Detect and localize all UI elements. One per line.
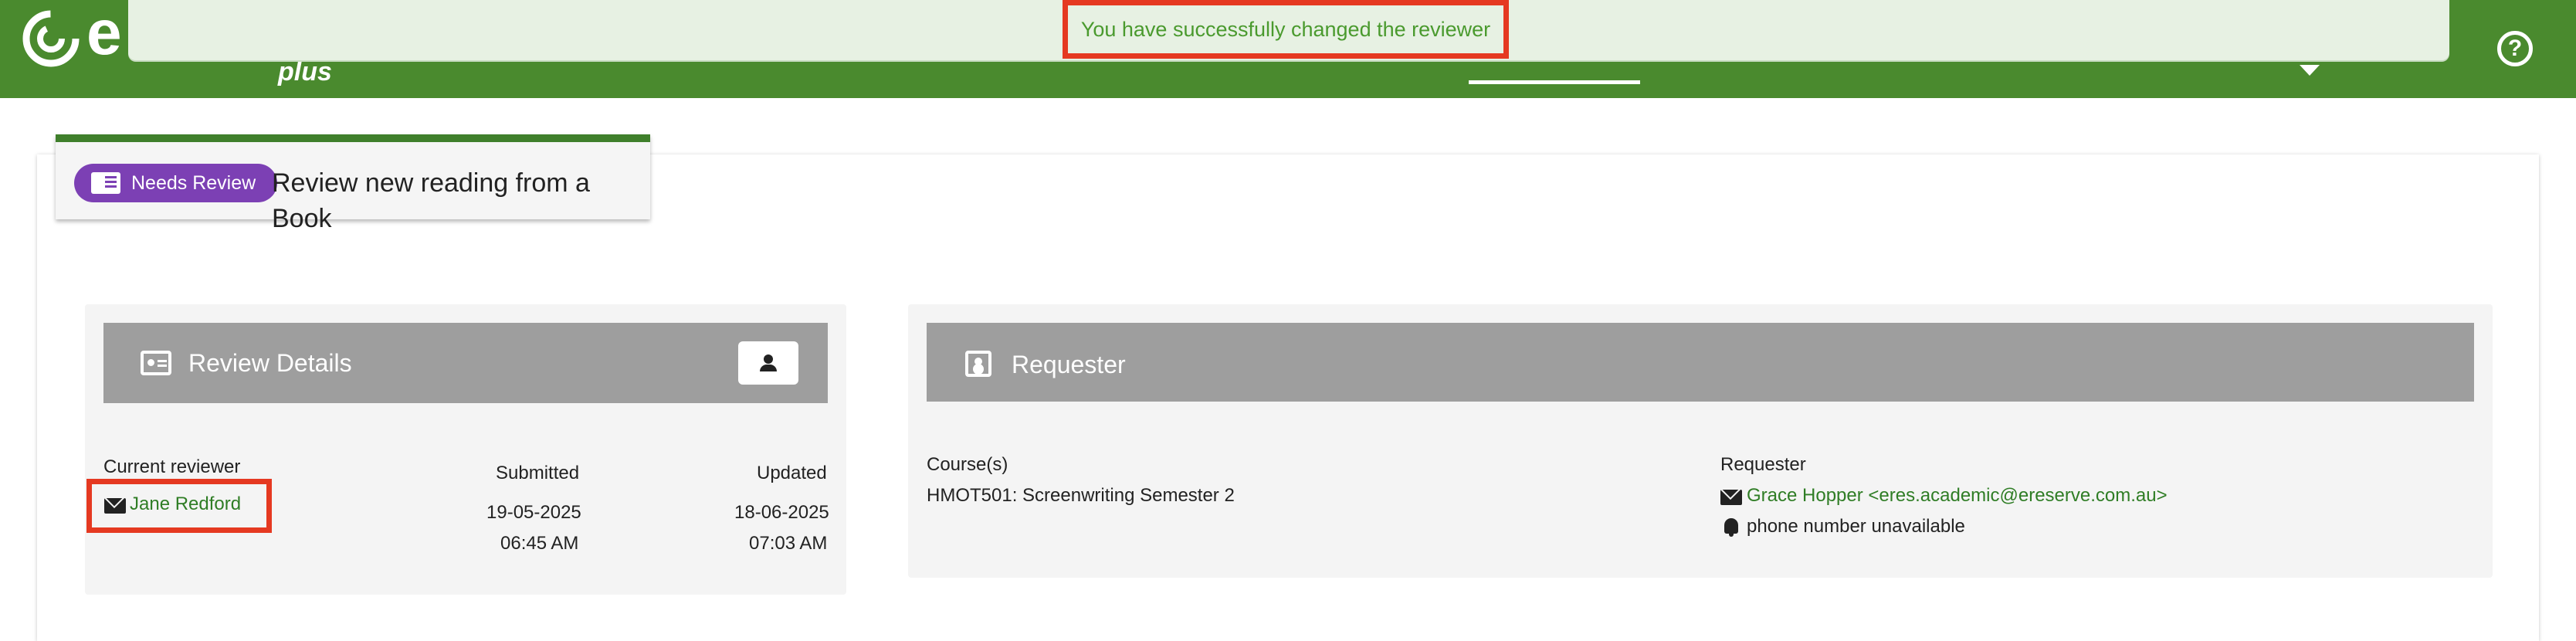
- chevron-down-icon[interactable]: [2300, 65, 2320, 76]
- requester-label: Requester: [1720, 454, 1806, 475]
- ereserve-logo-icon[interactable]: [22, 9, 80, 68]
- status-badge-label: Needs Review: [131, 172, 256, 194]
- change-reviewer-button[interactable]: [738, 341, 798, 385]
- logo-text: e: [86, 0, 122, 68]
- person-icon: [760, 354, 777, 371]
- review-details-title: Review Details: [188, 349, 352, 377]
- current-reviewer-label: Current reviewer: [103, 456, 241, 477]
- requester-card: Requester: [908, 304, 2493, 578]
- updated-time: 07:03 AM: [749, 533, 828, 554]
- contact-card-icon: [965, 351, 991, 377]
- review-details-header: Review Details: [103, 323, 828, 403]
- submitted-time: 06:45 AM: [500, 533, 579, 554]
- book-icon: [91, 172, 120, 194]
- updated-label: Updated: [757, 463, 827, 483]
- review-details-card: Review Details: [85, 304, 846, 595]
- course-value: HMOT501: Screenwriting Semester 2: [927, 485, 1235, 506]
- page-title: Review new reading from a Book: [272, 168, 590, 233]
- requester-contact-link[interactable]: Grace Hopper <eres.academic@ereserve.com…: [1747, 484, 2168, 507]
- id-card-icon: [141, 351, 171, 375]
- active-nav-indicator: [1469, 80, 1640, 84]
- current-reviewer-link[interactable]: Jane Redford: [130, 493, 241, 516]
- requester-title: Requester: [1012, 351, 1126, 378]
- submitted-date: 19-05-2025: [486, 502, 581, 523]
- submitted-label: Submitted: [496, 463, 580, 483]
- courses-label: Course(s): [927, 454, 1008, 475]
- requester-header: Requester: [927, 323, 2474, 402]
- mail-icon: [104, 498, 126, 514]
- mail-icon: [1720, 490, 1742, 505]
- status-badge: Needs Review: [74, 164, 278, 202]
- help-icon[interactable]: ?: [2497, 31, 2533, 66]
- requester-phone: phone number unavailable: [1747, 516, 1965, 537]
- bell-icon: [1724, 518, 1738, 537]
- toast-message: You have successfully changed the review…: [1063, 0, 1509, 59]
- updated-date: 18-06-2025: [734, 502, 829, 523]
- request-title-tab: Needs Review Review new reading from a B…: [56, 134, 650, 233]
